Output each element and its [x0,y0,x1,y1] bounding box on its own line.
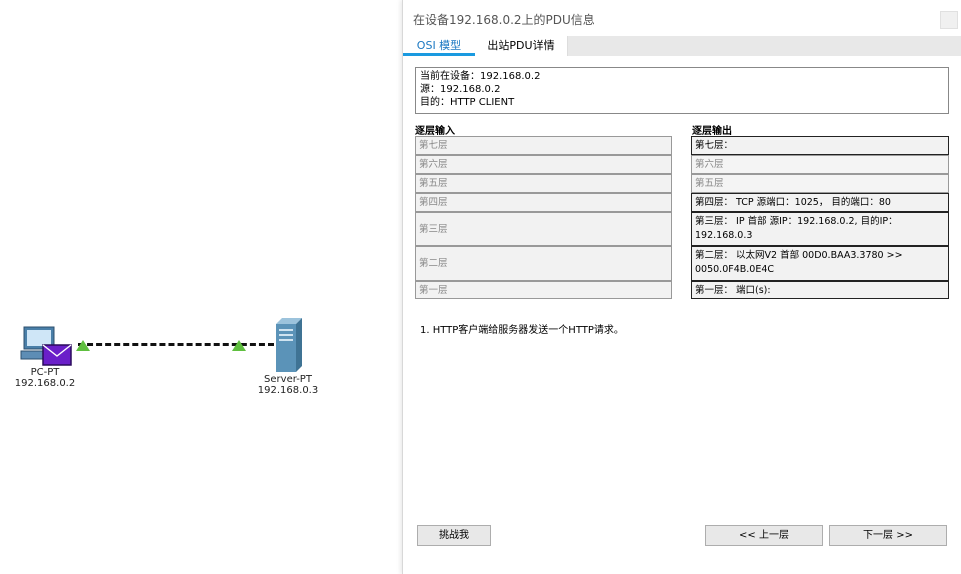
server-ip: 192.168.0.3 [257,385,319,396]
tab-osi-model[interactable]: OSI 模型 [403,36,475,56]
in-layer-2[interactable]: 第二层 [415,246,672,281]
link-status-up-icon [76,340,90,351]
previous-layer-button[interactable]: << 上一层 [705,525,823,546]
out-layer-7[interactable]: 第七层： [691,136,949,155]
pc-ip: 192.168.0.2 [14,378,76,389]
pc-label: PC-PT 192.168.0.2 [14,367,76,389]
tab-outbound-pdu-details[interactable]: 出站PDU详情 [475,36,568,56]
in-layers-heading: 逐层输入 [415,126,455,137]
in-layer-1[interactable]: 第一层 [415,281,672,299]
challenge-me-button[interactable]: 挑战我 [417,525,491,546]
next-layer-button[interactable]: 下一层 >> [829,525,947,546]
tab-bar: OSI 模型 出站PDU详情 [403,36,961,56]
device-info-box: 当前在设备：192.168.0.2 源：192.168.0.2 目的：HTTP … [415,67,949,114]
in-layer-4[interactable]: 第四层 [415,193,672,212]
destination-text: 目的：HTTP CLIENT [420,97,515,108]
pc-icon [20,326,72,366]
in-layer-5[interactable]: 第五层 [415,174,672,193]
network-workspace[interactable]: PC-PT 192.168.0.2 Server-PT 192.168.0.3 [0,0,402,574]
pc-device[interactable] [20,323,72,367]
out-layer-3[interactable]: 第三层： IP 首部 源IP：192.168.0.2, 目的IP：192.168… [691,212,949,246]
in-layer-7[interactable]: 第七层 [415,136,672,155]
out-layer-4[interactable]: 第四层： TCP 源端口：1025， 目的端口：80 [691,193,949,212]
pdu-info-dialog: 在设备192.168.0.2上的PDU信息 OSI 模型 出站PDU详情 当前在… [402,0,961,574]
server-device[interactable] [272,318,304,372]
out-layers-heading: 逐层输出 [692,126,732,137]
in-layer-6[interactable]: 第六层 [415,155,672,174]
out-layer-2[interactable]: 第二层： 以太网V2 首部 00D0.BAA3.3780 >> 0050.0F4… [691,246,949,281]
server-label: Server-PT 192.168.0.3 [256,374,320,396]
layer-description: 1. HTTP客户端给服务器发送一个HTTP请求。 [420,325,624,336]
dialog-titlebar[interactable]: 在设备192.168.0.2上的PDU信息 [403,0,961,36]
source-text: 源：192.168.0.2 [420,84,501,95]
root: PC-PT 192.168.0.2 Server-PT 192.168.0.3 … [0,0,961,574]
server-icon [276,318,302,372]
tab-bar-filler [568,36,961,56]
server-name: Server-PT [264,374,312,385]
out-layer-6[interactable]: 第六层 [691,155,949,174]
link-status-up-icon [232,340,246,351]
out-layer-1[interactable]: 第一层： 端口(s): [691,281,949,299]
current-device-text: 当前在设备：192.168.0.2 [420,71,541,82]
dialog-title: 在设备192.168.0.2上的PDU信息 [413,13,595,27]
out-layer-5[interactable]: 第五层 [691,174,949,193]
pc-name: PC-PT [30,367,60,378]
in-layer-3[interactable]: 第三层 [415,212,672,246]
close-button[interactable] [940,11,958,29]
